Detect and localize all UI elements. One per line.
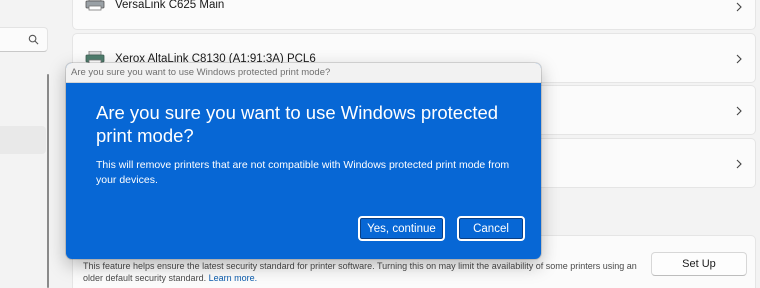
chevron-right-icon: [736, 54, 742, 64]
search-icon[interactable]: [28, 34, 39, 45]
nav-scrollbar[interactable]: [47, 74, 49, 288]
protected-print-mode-dialog: Are you sure you want to use Windows pro…: [66, 63, 541, 259]
chevron-right-icon: [736, 159, 742, 169]
printer-name: VersaLink C625 Main: [115, 0, 225, 11]
dialog-titlebar[interactable]: Are you sure you want to use Windows pro…: [66, 63, 541, 83]
learn-more-link[interactable]: Learn more.: [209, 273, 258, 283]
settings-search-input[interactable]: [0, 27, 48, 52]
printer-row[interactable]: VersaLink C625 Main: [72, 0, 756, 30]
set-up-button[interactable]: Set Up: [651, 252, 747, 276]
cancel-button[interactable]: Cancel: [457, 216, 525, 241]
settings-nav-pane: [0, 0, 56, 288]
dialog-heading: Are you sure you want to use Windows pro…: [96, 102, 499, 146]
protected-print-mode-description: This feature helps ensure the latest sec…: [83, 261, 637, 283]
nav-item-selected[interactable]: [0, 126, 46, 154]
chevron-right-icon: [736, 106, 742, 116]
yes-continue-button[interactable]: Yes, continue: [358, 216, 445, 241]
printer-icon: [85, 0, 105, 11]
dialog-titlebar-text: Are you sure you want to use Windows pro…: [71, 67, 331, 78]
chevron-right-icon: [736, 2, 742, 12]
dialog-message: This will remove printers that are not c…: [96, 159, 510, 186]
